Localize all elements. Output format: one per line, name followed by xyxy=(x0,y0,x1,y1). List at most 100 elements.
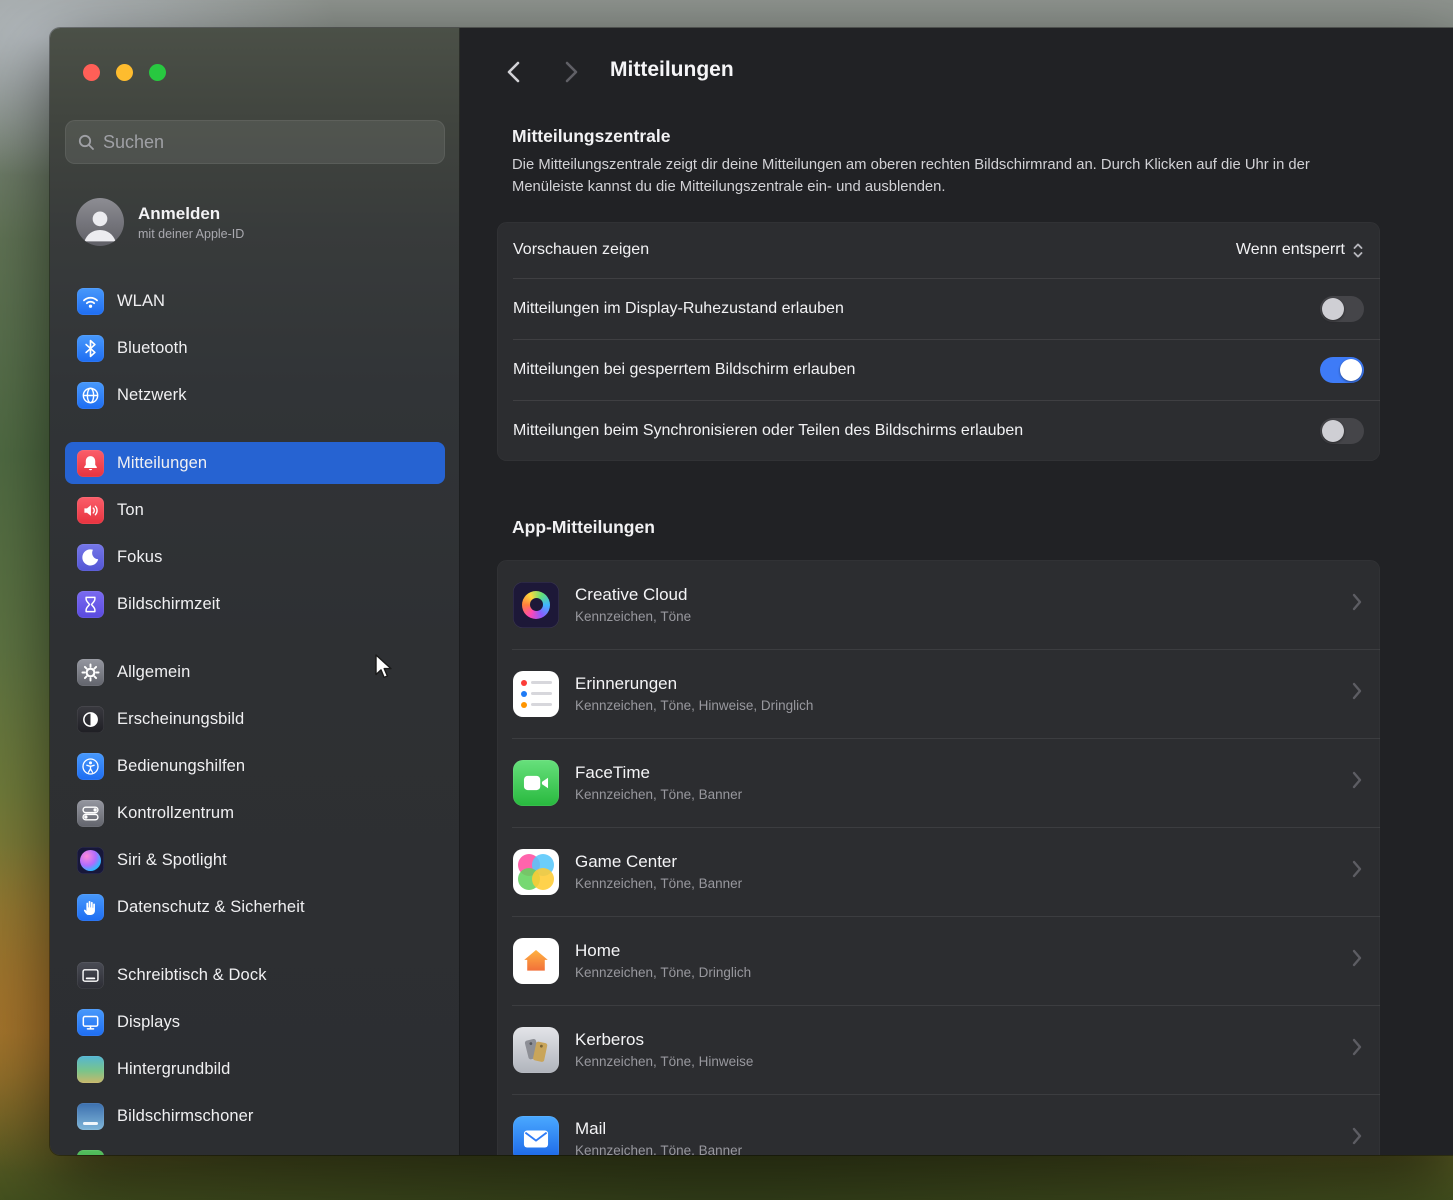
app-row-game-center[interactable]: Game Center Kennzeichen, Töne, Banner xyxy=(497,827,1380,916)
forward-button[interactable] xyxy=(560,58,582,86)
moon-icon xyxy=(77,544,104,571)
sidebar-item-bildschirmschoner[interactable]: Bildschirmschoner xyxy=(65,1095,445,1137)
close-button[interactable] xyxy=(83,64,100,81)
display-icon xyxy=(77,1009,104,1036)
toggle-knob xyxy=(1340,359,1362,381)
wallpaper-icon xyxy=(77,1056,104,1083)
app-row-kerberos[interactable]: Kerberos Kennzeichen, Töne, Hinweise xyxy=(497,1005,1380,1094)
app-name: Mail xyxy=(575,1119,1336,1139)
app-settings-summary: Kennzeichen, Töne, Banner xyxy=(575,1143,1336,1155)
app-name: Erinnerungen xyxy=(575,674,1336,694)
back-button[interactable] xyxy=(502,58,524,86)
synchronisieren-toggle[interactable] xyxy=(1320,418,1364,444)
speaker-icon xyxy=(77,497,104,524)
vorschauen-popup-button[interactable]: Wenn entsperrt xyxy=(1236,241,1364,259)
search-input[interactable] xyxy=(103,132,432,153)
app-settings-summary: Kennzeichen, Töne, Banner xyxy=(575,787,1336,802)
sidebar-item-label: Bildschirmschoner xyxy=(117,1107,254,1126)
sidebar-item-mitteilungen[interactable]: Mitteilungen xyxy=(65,442,445,484)
setting-label: Mitteilungen im Display-Ruhezustand erla… xyxy=(513,300,844,318)
app-name: Kerberos xyxy=(575,1030,1336,1050)
sidebar-item-label: Netzwerk xyxy=(117,386,187,405)
chevron-right-icon xyxy=(1352,1038,1362,1061)
sidebar-item-label: Siri & Spotlight xyxy=(117,851,227,870)
sidebar-item-label: Erscheinungsbild xyxy=(117,710,244,729)
app-settings-summary: Kennzeichen, Töne, Banner xyxy=(575,876,1336,891)
sidebar: Anmelden mit deiner Apple-ID WLAN Blueto… xyxy=(50,28,460,1155)
toggle-knob xyxy=(1322,298,1344,320)
reminders-icon xyxy=(513,671,559,717)
sidebar-item-hintergrundbild[interactable]: Hintergrundbild xyxy=(65,1048,445,1090)
window-controls xyxy=(83,64,166,81)
sidebar-item-ton[interactable]: Ton xyxy=(65,489,445,531)
sidebar-item-label: Mitteilungen xyxy=(117,454,207,473)
kerberos-icon xyxy=(513,1027,559,1073)
section-heading-mitteilungszentrale: Mitteilungszentrale xyxy=(512,126,671,147)
accessibility-icon xyxy=(77,753,104,780)
sidebar-item-kontrollzentrum[interactable]: Kontrollzentrum xyxy=(65,792,445,834)
app-name: Home xyxy=(575,941,1336,961)
ruhezustand-toggle[interactable] xyxy=(1320,296,1364,322)
app-row-facetime[interactable]: FaceTime Kennzeichen, Töne, Banner xyxy=(497,738,1380,827)
sidebar-item-label: Bedienungshilfen xyxy=(117,757,245,776)
sidebar-item-label: Kontrollzentrum xyxy=(117,804,234,823)
sidebar-item-siri-spotlight[interactable]: Siri & Spotlight xyxy=(65,839,445,881)
app-notifications-card: Creative Cloud Kennzeichen, Töne Erinner… xyxy=(497,560,1380,1155)
chevron-right-icon xyxy=(1352,949,1362,972)
bluetooth-icon xyxy=(77,335,104,362)
app-row-erinnerungen[interactable]: Erinnerungen Kennzeichen, Töne, Hinweise… xyxy=(497,649,1380,738)
sidebar-item-label: Bluetooth xyxy=(117,339,188,358)
appearance-icon xyxy=(77,706,104,733)
section-description: Die Mitteilungszentrale zeigt dir deine … xyxy=(512,154,1364,198)
sidebar-item-label: WLAN xyxy=(117,292,165,311)
main-content: Mitteilungen Mitteilungszentrale Die Mit… xyxy=(460,28,1453,1155)
page-title: Mitteilungen xyxy=(610,58,734,82)
sidebar-item-bildschirmzeit[interactable]: Bildschirmzeit xyxy=(65,583,445,625)
hourglass-icon xyxy=(77,591,104,618)
chevron-right-icon xyxy=(1352,771,1362,794)
setting-row-synchronisieren: Mitteilungen beim Synchronisieren oder T… xyxy=(497,400,1380,461)
gesperrter-bildschirm-toggle[interactable] xyxy=(1320,357,1364,383)
app-row-creative-cloud[interactable]: Creative Cloud Kennzeichen, Töne xyxy=(497,560,1380,649)
sidebar-item-partial[interactable] xyxy=(65,1142,445,1155)
sidebar-item-netzwerk[interactable]: Netzwerk xyxy=(65,374,445,416)
zoom-button[interactable] xyxy=(149,64,166,81)
sidebar-item-allgemein[interactable]: Allgemein xyxy=(65,651,445,693)
sidebar-item-label: Ton xyxy=(117,501,144,520)
system-settings-window: Anmelden mit deiner Apple-ID WLAN Blueto… xyxy=(50,28,1453,1155)
app-row-mail[interactable]: Mail Kennzeichen, Töne, Banner xyxy=(497,1094,1380,1155)
globe-icon xyxy=(77,382,104,409)
search-icon xyxy=(78,134,95,151)
app-settings-summary: Kennzeichen, Töne, Hinweise xyxy=(575,1054,1336,1069)
profile-subtitle: mit deiner Apple-ID xyxy=(138,227,244,241)
app-row-home[interactable]: Home Kennzeichen, Töne, Dringlich xyxy=(497,916,1380,1005)
sidebar-item-erscheinungsbild[interactable]: Erscheinungsbild xyxy=(65,698,445,740)
wifi-icon xyxy=(77,288,104,315)
app-settings-summary: Kennzeichen, Töne xyxy=(575,609,1336,624)
sidebar-item-fokus[interactable]: Fokus xyxy=(65,536,445,578)
control-center-icon xyxy=(77,800,104,827)
minimize-button[interactable] xyxy=(116,64,133,81)
sidebar-item-label: Hintergrundbild xyxy=(117,1060,230,1079)
setting-label: Mitteilungen beim Synchronisieren oder T… xyxy=(513,422,1023,440)
chevron-right-icon xyxy=(1352,1127,1362,1150)
profile-row[interactable]: Anmelden mit deiner Apple-ID xyxy=(76,198,244,246)
app-settings-summary: Kennzeichen, Töne, Dringlich xyxy=(575,965,1336,980)
chevron-right-icon xyxy=(1352,593,1362,616)
home-icon xyxy=(513,938,559,984)
sidebar-item-label: Displays xyxy=(117,1013,180,1032)
mail-icon xyxy=(513,1116,559,1156)
sidebar-item-datenschutz[interactable]: Datenschutz & Sicherheit xyxy=(65,886,445,928)
sidebar-item-wlan[interactable]: WLAN xyxy=(65,280,445,322)
sidebar-item-bedienungshilfen[interactable]: Bedienungshilfen xyxy=(65,745,445,787)
sidebar-item-label: Datenschutz & Sicherheit xyxy=(117,898,305,917)
app-name: Creative Cloud xyxy=(575,585,1336,605)
sidebar-item-displays[interactable]: Displays xyxy=(65,1001,445,1043)
search-field[interactable] xyxy=(65,120,445,164)
sidebar-nav: WLAN Bluetooth Netzwerk Mitteilungen Ton xyxy=(65,280,445,1155)
setting-label: Mitteilungen bei gesperrtem Bildschirm e… xyxy=(513,361,855,379)
section-heading-app-mitteilungen: App-Mitteilungen xyxy=(512,517,655,538)
sidebar-item-schreibtisch-dock[interactable]: Schreibtisch & Dock xyxy=(65,954,445,996)
setting-row-vorschauen: Vorschauen zeigen Wenn entsperrt xyxy=(497,222,1380,278)
sidebar-item-bluetooth[interactable]: Bluetooth xyxy=(65,327,445,369)
